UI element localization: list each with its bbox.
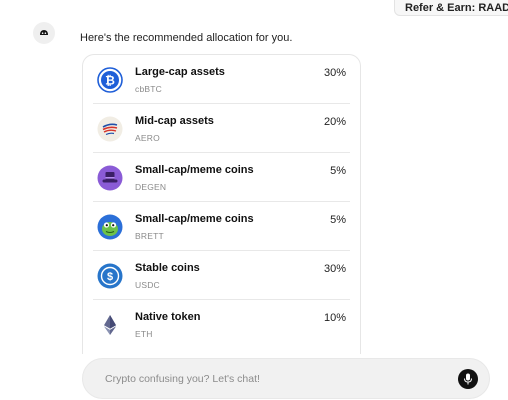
allocation-percent: 30% — [323, 67, 346, 79]
microphone-icon — [464, 373, 472, 385]
assistant-message: Here's the recommended allocation for yo… — [80, 32, 293, 44]
allocation-row: $ Stable coins USDC 30% — [83, 251, 360, 300]
allocation-percent: 10% — [323, 312, 346, 324]
asset-class-label: Small-cap/meme coins — [135, 164, 254, 176]
allocation-percent: 5% — [330, 214, 346, 226]
allocation-percent: 20% — [323, 116, 346, 128]
asset-class-label: Large-cap assets — [135, 66, 225, 78]
allocation-percent: 30% — [323, 263, 346, 275]
allocation-percent: 5% — [330, 165, 346, 177]
usdc-icon: $ — [97, 263, 123, 289]
brett-icon — [97, 214, 123, 240]
svg-text:$: $ — [107, 271, 113, 283]
asset-ticker: BRETT — [135, 231, 164, 241]
asset-ticker: AERO — [135, 133, 160, 143]
allocation-row: Native token ETH 10% — [83, 300, 360, 349]
chat-placeholder: Crypto confusing you? Let's chat! — [105, 373, 260, 385]
asset-class-label: Stable coins — [135, 262, 200, 274]
bot-avatar — [33, 22, 55, 44]
aero-icon — [97, 116, 123, 142]
asset-ticker: DEGEN — [135, 182, 167, 192]
allocation-card: ₿ Large-cap assets cbBTC 30% Mid-cap ass… — [82, 54, 361, 354]
svg-text:₿: ₿ — [105, 74, 115, 88]
chat-input[interactable]: Crypto confusing you? Let's chat! — [82, 358, 490, 399]
asset-class-label: Small-cap/meme coins — [135, 213, 254, 225]
bitcoin-icon: ₿ — [97, 67, 123, 93]
refer-earn-button[interactable]: Refer & Earn: RAAD5R — [394, 0, 508, 16]
ethereum-icon — [104, 315, 116, 335]
asset-class-label: Mid-cap assets — [135, 115, 214, 127]
asset-ticker: USDC — [135, 280, 160, 290]
degen-hat-icon — [97, 165, 123, 191]
asset-class-label: Native token — [135, 311, 201, 323]
allocation-row: Small-cap/meme coins DEGEN 5% — [83, 153, 360, 202]
allocation-row: ₿ Large-cap assets cbBTC 30% — [83, 55, 360, 104]
bot-logo-icon — [40, 30, 48, 35]
allocation-row: Small-cap/meme coins BRETT 5% — [83, 202, 360, 251]
asset-ticker: ETH — [135, 329, 153, 339]
microphone-button[interactable] — [458, 369, 478, 389]
allocation-row: Mid-cap assets AERO 20% — [83, 104, 360, 153]
asset-ticker: cbBTC — [135, 84, 162, 94]
